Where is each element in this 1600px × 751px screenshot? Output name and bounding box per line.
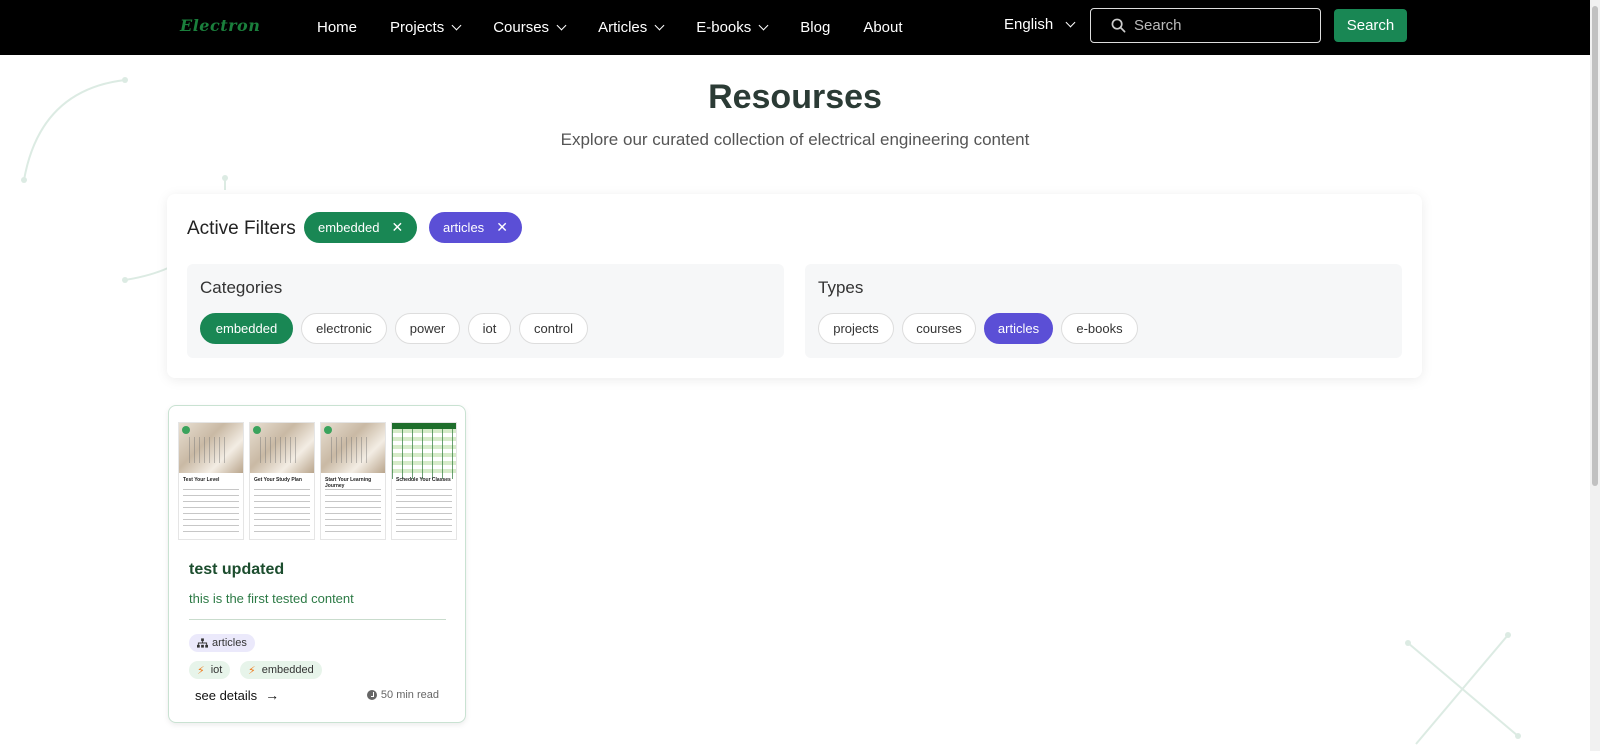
site-logo[interactable]: Electron [180, 16, 260, 35]
thumbnail-panel: Get Your Study Plan [249, 422, 315, 540]
page-title: Resourses [708, 78, 882, 116]
category-pill-power[interactable]: power [395, 313, 460, 344]
chevron-down-icon [758, 20, 769, 31]
filter-panel: Active Filters embedded ✕ articles ✕ Cat… [167, 194, 1422, 378]
type-pill-ebooks[interactable]: e-books [1061, 313, 1138, 344]
read-time: 50 min read [366, 689, 439, 701]
category-pill-control[interactable]: control [519, 313, 588, 344]
card-category-tag: ⚡ embedded [240, 661, 322, 679]
nav-menu: Home Projects Courses Articles E-books B… [317, 0, 936, 55]
thumbnail-panel: Start Your Learning Journey [320, 422, 386, 540]
scrollbar-thumb[interactable] [1592, 6, 1598, 486]
active-filter-chip-articles[interactable]: articles ✕ [429, 212, 522, 243]
card-divider [189, 619, 446, 620]
category-pill-electronic[interactable]: electronic [301, 313, 387, 344]
bolt-icon: ⚡ [197, 664, 205, 677]
top-navbar: Electron Home Projects Courses Articles … [0, 0, 1590, 55]
category-pill-embedded[interactable]: embedded [200, 313, 293, 344]
chevron-down-icon [654, 20, 665, 31]
types-title: Types [818, 278, 864, 297]
sitemap-icon [197, 638, 208, 648]
see-details-link[interactable]: see details → [195, 687, 279, 703]
type-pill-articles[interactable]: articles [984, 313, 1053, 344]
clock-icon [366, 690, 377, 700]
category-pill-iot[interactable]: iot [468, 313, 511, 344]
active-filters-label: Active Filters [187, 218, 296, 239]
bolt-icon: ⚡ [248, 664, 256, 677]
nav-item-home[interactable]: Home [317, 19, 357, 36]
chevron-down-icon [556, 20, 567, 31]
search-box [1090, 8, 1321, 43]
chevron-down-icon [451, 20, 462, 31]
nav-item-about[interactable]: About [863, 19, 902, 36]
card-thumbnail: Test Your Level Get Your Study Plan Star… [178, 412, 458, 544]
nav-item-blog[interactable]: Blog [800, 19, 830, 36]
nav-item-ebooks[interactable]: E-books [696, 19, 769, 36]
type-pill-courses[interactable]: courses [902, 313, 976, 344]
vertical-scrollbar[interactable] [1590, 0, 1600, 751]
card-description: this is the first tested content [189, 591, 354, 606]
close-icon[interactable]: ✕ [391, 219, 403, 236]
types-filter: Types projects courses articles e-books [805, 264, 1402, 358]
card-title[interactable]: test updated [189, 561, 284, 579]
search-button[interactable]: Search [1334, 9, 1407, 42]
search-icon [1111, 18, 1126, 33]
close-icon[interactable]: ✕ [496, 219, 508, 236]
thumbnail-panel: Schedule Your Classes [391, 422, 457, 540]
card-type-tag: articles [189, 634, 255, 652]
chevron-down-icon [1065, 17, 1076, 28]
search-input[interactable] [1134, 17, 1304, 34]
nav-item-articles[interactable]: Articles [598, 19, 665, 36]
page-subtitle: Explore our curated collection of electr… [560, 130, 1030, 149]
type-pill-projects[interactable]: projects [818, 313, 894, 344]
language-select[interactable]: English [1004, 16, 1076, 33]
card-category-tag: ⚡ iot [189, 661, 231, 679]
active-filter-chip-embedded[interactable]: embedded ✕ [304, 212, 418, 243]
resource-card[interactable]: Test Your Level Get Your Study Plan Star… [168, 405, 466, 723]
nav-item-projects[interactable]: Projects [390, 19, 462, 36]
thumbnail-panel: Test Your Level [178, 422, 244, 540]
arrow-right-icon: → [265, 687, 280, 703]
categories-title: Categories [200, 278, 283, 297]
nav-item-courses[interactable]: Courses [493, 19, 567, 36]
categories-filter: Categories embedded electronic power iot… [187, 264, 784, 358]
